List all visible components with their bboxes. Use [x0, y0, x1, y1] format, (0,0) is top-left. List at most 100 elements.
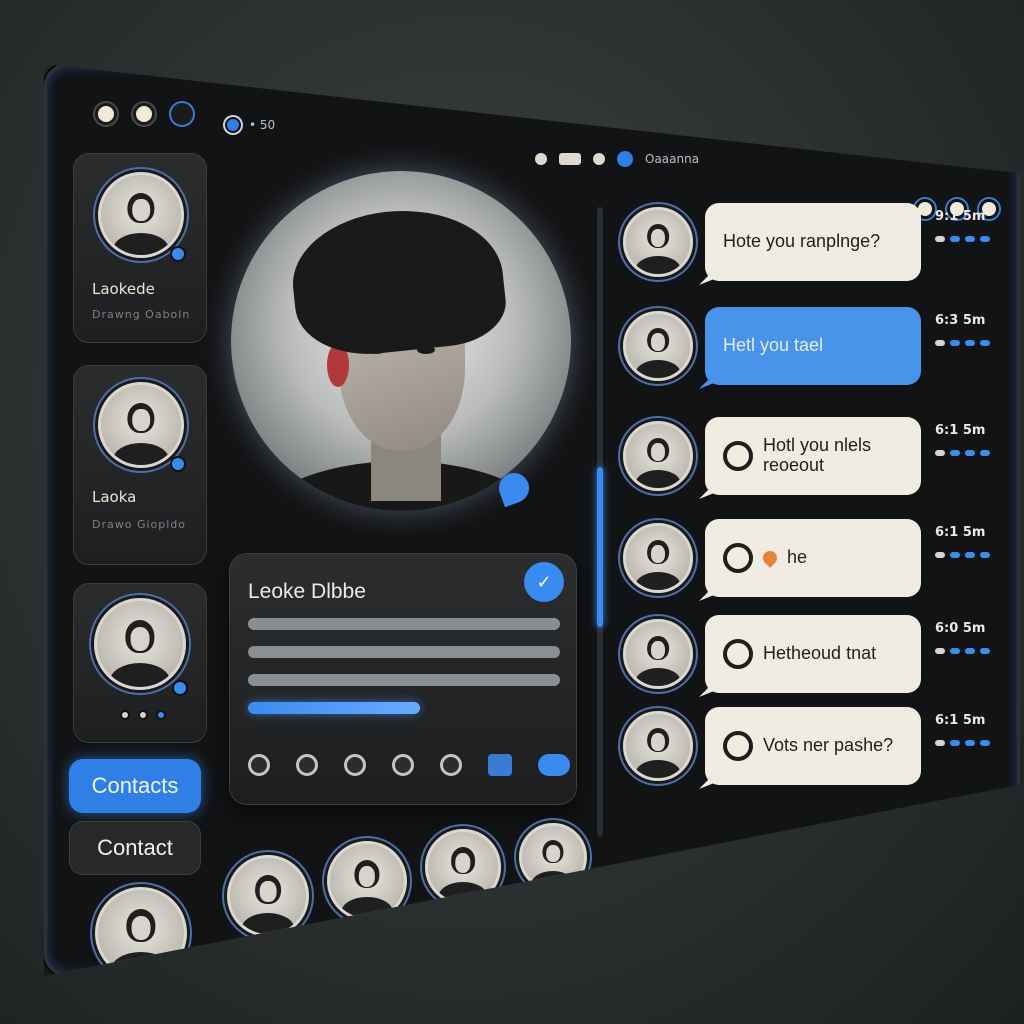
message-bubble[interactable]: Hote you ranplnge?: [705, 203, 921, 281]
progress-bar: [248, 702, 420, 714]
online-badge-icon: [170, 246, 186, 262]
message-meta: 6:1 5m: [935, 525, 1015, 558]
chat-icon: [723, 731, 753, 761]
toolbar: Oaaanna: [535, 151, 699, 167]
contact-name: Laoka: [92, 488, 137, 506]
avatar[interactable]: [227, 855, 309, 937]
avatar[interactable]: [623, 207, 693, 277]
read-receipt-icon: [935, 648, 1015, 654]
message-bubble[interactable]: Hotl you nlels reoeout: [705, 417, 921, 495]
toolbar-label: Oaaanna: [645, 152, 700, 166]
contact-card[interactable]: Laoka Drawo Giopldo: [73, 365, 207, 565]
user-icon[interactable]: [617, 151, 633, 167]
message-meta: 6:1 5m: [935, 423, 1015, 456]
contact-card[interactable]: Laokede Drawng Oaboln: [73, 153, 207, 343]
camera-icon[interactable]: [248, 754, 270, 776]
avatar: [98, 382, 184, 468]
message-bubble[interactable]: Hetheoud tnat: [705, 615, 921, 693]
message-text: Hetheoud tnat: [763, 643, 877, 664]
verified-icon[interactable]: ✓: [524, 562, 564, 602]
heart-icon: [760, 548, 780, 568]
page-dot-icon[interactable]: [120, 710, 130, 720]
message-time: 6:3 5m: [935, 313, 986, 328]
avatar[interactable]: [519, 823, 587, 891]
read-receipt-icon: [935, 236, 1015, 242]
message-time: 6:0 5m: [935, 621, 986, 636]
read-receipt-icon: [935, 450, 1015, 456]
message-row[interactable]: Hotl you nlels reoeout 6:1 5m: [623, 417, 1013, 509]
message-bubble[interactable]: he: [705, 519, 921, 597]
read-receipt-icon: [935, 340, 1015, 346]
read-receipt-icon: [935, 552, 1015, 558]
profile-portrait: [231, 171, 571, 511]
scrollbar[interactable]: [597, 207, 603, 837]
message-bubble[interactable]: Hetl you tael: [705, 307, 921, 385]
header-status: • 50: [225, 117, 275, 133]
at-icon[interactable]: [344, 754, 366, 776]
info-line: [248, 618, 560, 630]
avatar: [94, 598, 186, 690]
message-row[interactable]: Hote you ranplnge? 9:1 5m: [623, 203, 1013, 295]
message-time: 6:1 5m: [935, 713, 986, 728]
avatar[interactable]: [623, 711, 693, 781]
avatar[interactable]: [623, 311, 693, 381]
contact-name: Laokede: [92, 280, 155, 298]
chat-icon: [723, 441, 753, 471]
profile-name: Leoke Dlbbe: [248, 580, 366, 603]
avatar[interactable]: [95, 887, 187, 973]
message-meta: 6:0 5m: [935, 621, 1015, 654]
profile-card: Leoke Dlbbe ✓: [229, 553, 577, 805]
send-icon[interactable]: [538, 754, 570, 776]
contacts-button[interactable]: Contacts: [69, 759, 201, 813]
avatar: [98, 172, 184, 258]
avatar[interactable]: [623, 421, 693, 491]
card-toolbar: [248, 754, 570, 776]
page-dot-icon[interactable]: [156, 710, 166, 720]
avatar[interactable]: [327, 841, 407, 921]
dot-icon[interactable]: [593, 153, 605, 165]
chat-icon: [723, 543, 753, 573]
link-icon[interactable]: [296, 754, 318, 776]
message-meta: 6:1 5m: [935, 713, 1015, 746]
info-line: [248, 646, 560, 658]
message-row[interactable]: Hetheoud tnat 6:0 5m: [623, 615, 1013, 707]
page-indicator[interactable]: [120, 710, 166, 720]
read-receipt-icon: [935, 740, 1015, 746]
app-window: Laokede Drawng Oaboln Laoka Drawo Giopld…: [44, 64, 1020, 976]
recent-contacts: [227, 823, 587, 937]
contact-card[interactable]: [73, 583, 207, 743]
message-time: 6:1 5m: [935, 525, 986, 540]
settings-icon[interactable]: [392, 754, 414, 776]
message-bubble[interactable]: Vots ner pashe?: [705, 707, 921, 785]
message-row[interactable]: Hetl you tael 6:3 5m: [623, 307, 1013, 399]
chat-icon: [723, 639, 753, 669]
online-badge-icon: [170, 456, 186, 472]
avatar[interactable]: [425, 829, 501, 905]
contact-status: Drawo Giopldo: [92, 518, 187, 531]
message-text: Hetl you tael: [723, 335, 824, 356]
message-text: he: [787, 547, 808, 568]
message-meta: 9:1 5m: [935, 209, 1015, 242]
message-text: Hotl you nlels reoeout: [763, 435, 872, 475]
globe-icon[interactable]: [440, 754, 462, 776]
message-time: 6:1 5m: [935, 423, 986, 438]
avatar[interactable]: [623, 523, 693, 593]
drop-icon[interactable]: [535, 153, 547, 165]
message-icon[interactable]: [559, 153, 581, 165]
status-icon: [225, 117, 241, 133]
stats-icon[interactable]: [488, 754, 512, 776]
header-mini-label: • 50: [249, 118, 276, 132]
message-meta: 6:3 5m: [935, 313, 1015, 346]
message-text: Vots ner pashe?: [763, 735, 894, 756]
message-time: 9:1 5m: [935, 209, 986, 224]
avatar[interactable]: [623, 619, 693, 689]
contact-button[interactable]: Contact: [69, 821, 201, 875]
page-dot-icon[interactable]: [138, 710, 148, 720]
contacts-sidebar: Laokede Drawng Oaboln Laoka Drawo Giopld…: [69, 97, 209, 973]
online-badge-icon: [172, 680, 188, 696]
scroll-thumb[interactable]: [597, 467, 603, 627]
info-line: [248, 674, 560, 686]
message-row[interactable]: he 6:1 5m: [623, 519, 1013, 611]
message-row[interactable]: Vots ner pashe? 6:1 5m: [623, 707, 1013, 799]
message-text: Hote you ranplnge?: [723, 231, 881, 252]
